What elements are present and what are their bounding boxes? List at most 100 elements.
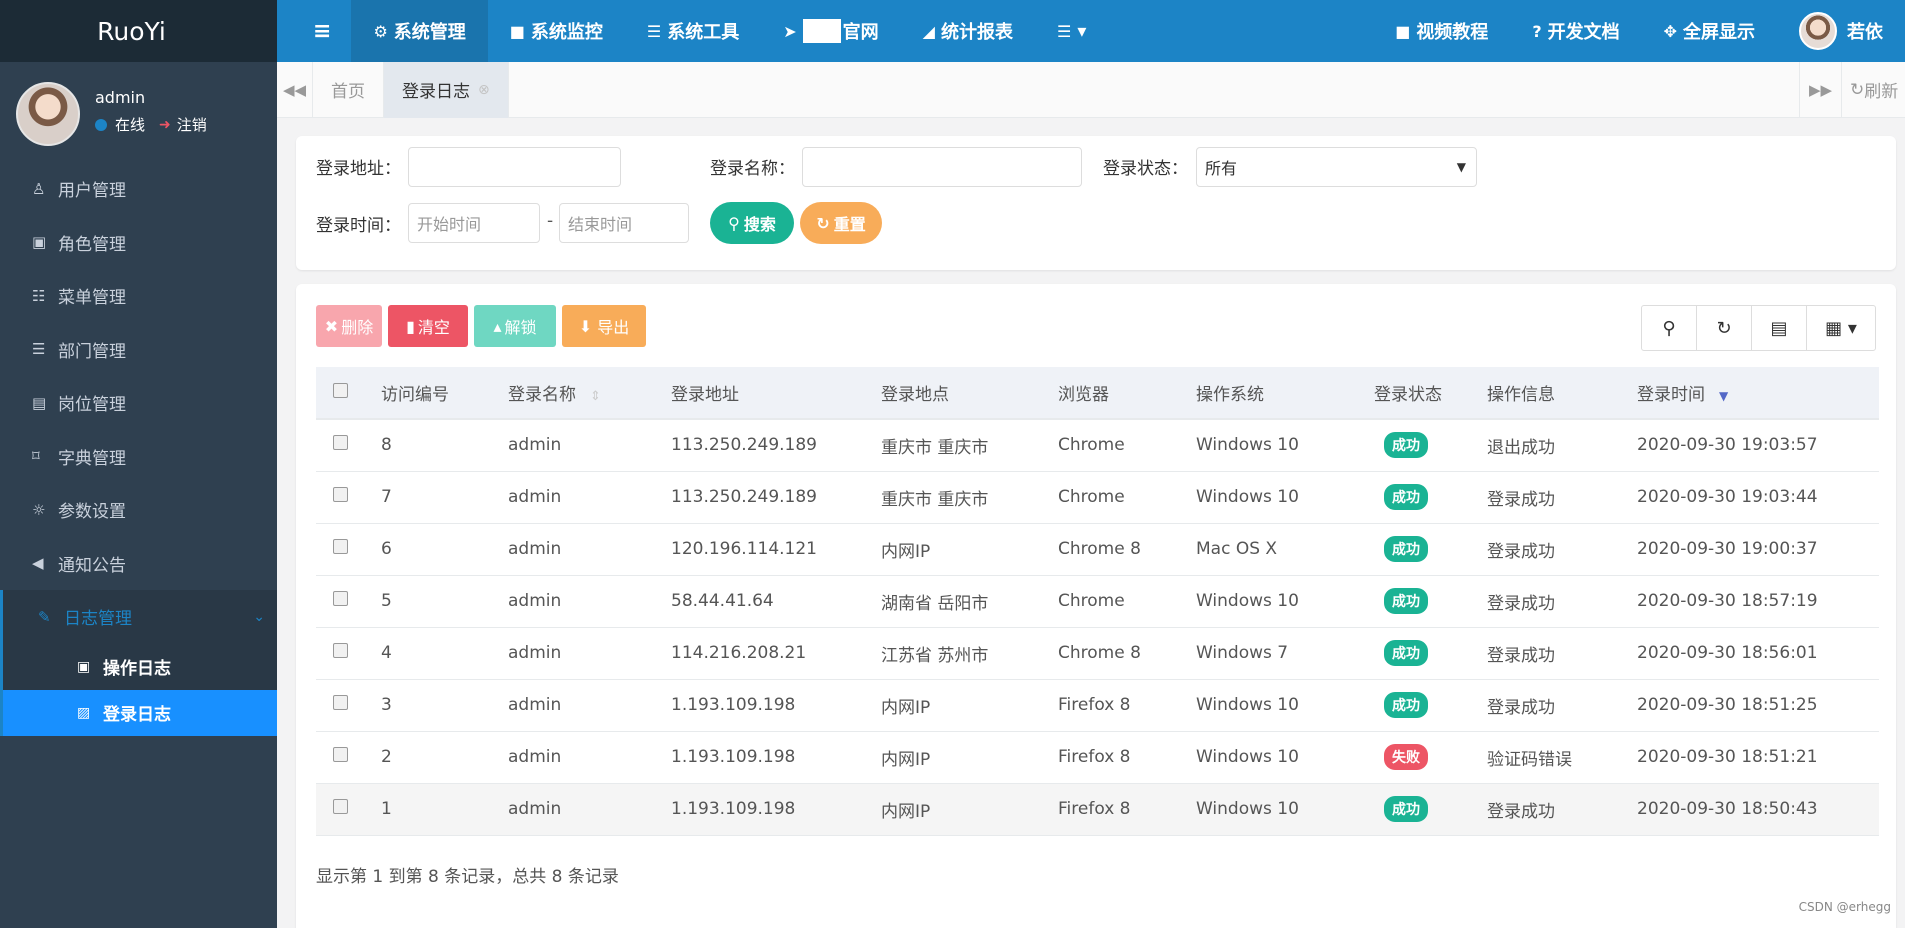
th-login-time[interactable]: 登录时间 ▼	[1637, 367, 1879, 420]
cell-browser: Firefox 8	[1058, 747, 1131, 767]
status-select[interactable]: 所有 ▼	[1196, 147, 1477, 187]
status-badge: 成功	[1384, 432, 1428, 459]
cell-os: Windows 10	[1196, 695, 1299, 715]
search-toggle-icon[interactable]: ⚲	[1642, 306, 1697, 350]
row-checkbox[interactable]	[333, 435, 348, 451]
row-select-cell	[316, 523, 381, 575]
row-checkbox[interactable]	[333, 487, 348, 502]
sidebar-item-depts[interactable]: ☰ 部门管理	[0, 323, 277, 377]
cell-msg: 登录成功	[1487, 645, 1555, 666]
clean-button[interactable]: ▮ 清空	[388, 305, 468, 347]
sidebar-item-users[interactable]: ♙ 用户管理	[0, 162, 277, 216]
delete-button[interactable]: ✖ 删除	[316, 305, 382, 347]
nav-website[interactable]: ➤ 官网	[761, 0, 900, 62]
redacted-block	[802, 19, 841, 43]
sidebar-item-logs[interactable]: ✎ 日志管理 ⌄	[0, 590, 277, 644]
tab-refresh-button[interactable]: ↻ 刷新	[1841, 61, 1905, 118]
table-row[interactable]: 4 admin 114.216.208.21 江苏省 苏州市 Chrome 8 Windo…	[316, 627, 1879, 679]
reset-button[interactable]: ↻ 重置	[800, 202, 882, 244]
sign-out-icon[interactable]: ➜	[159, 117, 171, 133]
cell-status: 成功	[1374, 679, 1487, 731]
cell-login-name: admin	[508, 539, 562, 559]
unlock-button[interactable]: ▴ 解锁	[474, 305, 556, 347]
toggle-view-icon[interactable]: ▤	[1752, 306, 1807, 350]
sidebar-item-menus[interactable]: ☷ 菜单管理	[0, 269, 277, 323]
nav-fullscreen[interactable]: ✥ 全屏显示	[1642, 0, 1777, 62]
row-select-cell	[316, 419, 381, 471]
table-row[interactable]: 8 admin 113.250.249.189 重庆市 重庆市 Chrome Window…	[316, 419, 1879, 471]
columns-dropdown-icon[interactable]: ▦ ▾	[1807, 306, 1875, 350]
table-row[interactable]: 1 admin 1.193.109.198 内网IP Firefox 8 Windows …	[316, 783, 1879, 835]
sidebar-item-logininfor[interactable]: ▨ 登录日志	[3, 689, 277, 736]
table-row[interactable]: 5 admin 58.44.41.64 湖南省 岳阳市 Chrome Windows 10…	[316, 575, 1879, 627]
th-login-name[interactable]: 登录名称 ⇕	[508, 367, 671, 420]
cell-msg: 退出成功	[1487, 437, 1555, 458]
hamburger-icon[interactable]: ≡	[277, 0, 351, 62]
nav-monitor[interactable]: ■ 系统监控	[488, 0, 625, 62]
lock-icon: ▣	[32, 233, 47, 252]
sidebar-item-operlog[interactable]: ▣ 操作日志	[3, 644, 277, 690]
nav-more-dropdown[interactable]: ☰ ▾	[1035, 0, 1108, 62]
nav-dev-docs[interactable]: ? 开发文档	[1510, 0, 1641, 62]
avatar[interactable]	[16, 82, 80, 146]
ipaddr-label: 登录地址：	[316, 159, 401, 179]
sidebar-item-label: 字典管理	[58, 448, 126, 469]
nav-report[interactable]: ◢ 统计报表	[901, 0, 1035, 62]
row-checkbox[interactable]	[333, 695, 348, 710]
logout-link[interactable]: 注销	[177, 114, 207, 135]
end-time-input[interactable]: 结束时间	[559, 203, 689, 243]
sidebar-item-label: 菜单管理	[58, 288, 126, 309]
table-row[interactable]: 6 admin 120.196.114.121 内网IP Chrome 8 Mac OS …	[316, 523, 1879, 575]
nav-system[interactable]: ⚙ 系统管理	[351, 0, 488, 62]
table-row[interactable]: 3 admin 1.193.109.198 内网IP Firefox 8 Windows …	[316, 679, 1879, 731]
select-all-checkbox[interactable]	[333, 382, 348, 398]
sidebar-item-config[interactable]: ☼ 参数设置	[0, 483, 277, 537]
tab-scroll-right-icon[interactable]: ▶▶	[1799, 61, 1841, 118]
refresh-icon[interactable]: ↻	[1697, 306, 1752, 350]
cell-status: 成功	[1374, 523, 1487, 575]
sidebar-item-notice[interactable]: ◀ 通知公告	[0, 537, 277, 591]
cell-os: Windows 10	[1196, 747, 1299, 767]
cell-os: Windows 7	[1196, 643, 1289, 663]
table-row[interactable]: 2 admin 1.193.109.198 内网IP Firefox 8 Windows …	[316, 731, 1879, 783]
sidebar-item-posts[interactable]: ▤ 岗位管理	[0, 376, 277, 430]
cell-location: 江苏省 苏州市	[881, 645, 989, 666]
start-time-input[interactable]: 开始时间	[408, 203, 540, 243]
nav-user-menu[interactable]: 若依	[1777, 0, 1905, 62]
login-name-input[interactable]	[802, 147, 1082, 187]
search-button[interactable]: ⚲ 搜索	[710, 202, 794, 244]
nav-video-tutorial[interactable]: ■ 视频教程	[1373, 0, 1510, 62]
cell-login-time: 2020-09-30 19:03:57	[1637, 435, 1818, 456]
sidebar-item-dicts[interactable]: ⌑ 字典管理	[0, 430, 277, 484]
unlock-button-label: 解锁	[504, 318, 537, 337]
status-label: 登录状态：	[1103, 159, 1188, 179]
row-checkbox[interactable]	[333, 643, 348, 658]
nav-tools[interactable]: ☰ 系统工具	[625, 0, 761, 62]
tab-home[interactable]: 首页	[313, 61, 384, 118]
row-checkbox[interactable]	[333, 747, 348, 762]
tab-logininfor[interactable]: 登录日志 ⊗	[384, 61, 509, 118]
export-button[interactable]: ⬇ 导出	[562, 305, 646, 347]
table-row[interactable]: 7 admin 113.250.249.189 重庆市 重庆市 Chrome Window…	[316, 471, 1879, 523]
top-nav-right: ■ 视频教程 ? 开发文档 ✥ 全屏显示 若依	[1373, 0, 1905, 62]
sidebar-item-label: 日志管理	[64, 609, 132, 630]
ipaddr-input[interactable]	[408, 147, 621, 187]
cell-location: 重庆市 重庆市	[881, 437, 989, 458]
user-icon: ♙	[32, 179, 46, 198]
sidebar-item-label: 登录日志	[103, 705, 171, 725]
row-select-cell	[316, 471, 381, 523]
cell-ipaddr: 113.250.249.189	[671, 435, 818, 456]
row-checkbox[interactable]	[333, 799, 348, 814]
tab-scroll-left-icon[interactable]: ◀◀	[277, 61, 313, 118]
search-form: 登录地址： 登录名称： 登录状态： 所有 ▼ 登录时间： 开始时间 - 结束时间 …	[296, 136, 1896, 270]
row-checkbox[interactable]	[333, 539, 348, 554]
reset-button-label: 重置	[833, 215, 866, 234]
close-icon[interactable]: ⊗	[478, 82, 490, 98]
cell-browser: Chrome	[1058, 487, 1125, 507]
brand-logo[interactable]: RuoYi	[0, 0, 277, 62]
login-name-label: 登录名称：	[710, 159, 795, 179]
row-checkbox[interactable]	[333, 591, 348, 606]
th-location: 登录地点	[881, 367, 1058, 420]
sidebar-item-roles[interactable]: ▣ 角色管理	[0, 216, 277, 270]
cell-msg: 登录成功	[1487, 801, 1555, 822]
